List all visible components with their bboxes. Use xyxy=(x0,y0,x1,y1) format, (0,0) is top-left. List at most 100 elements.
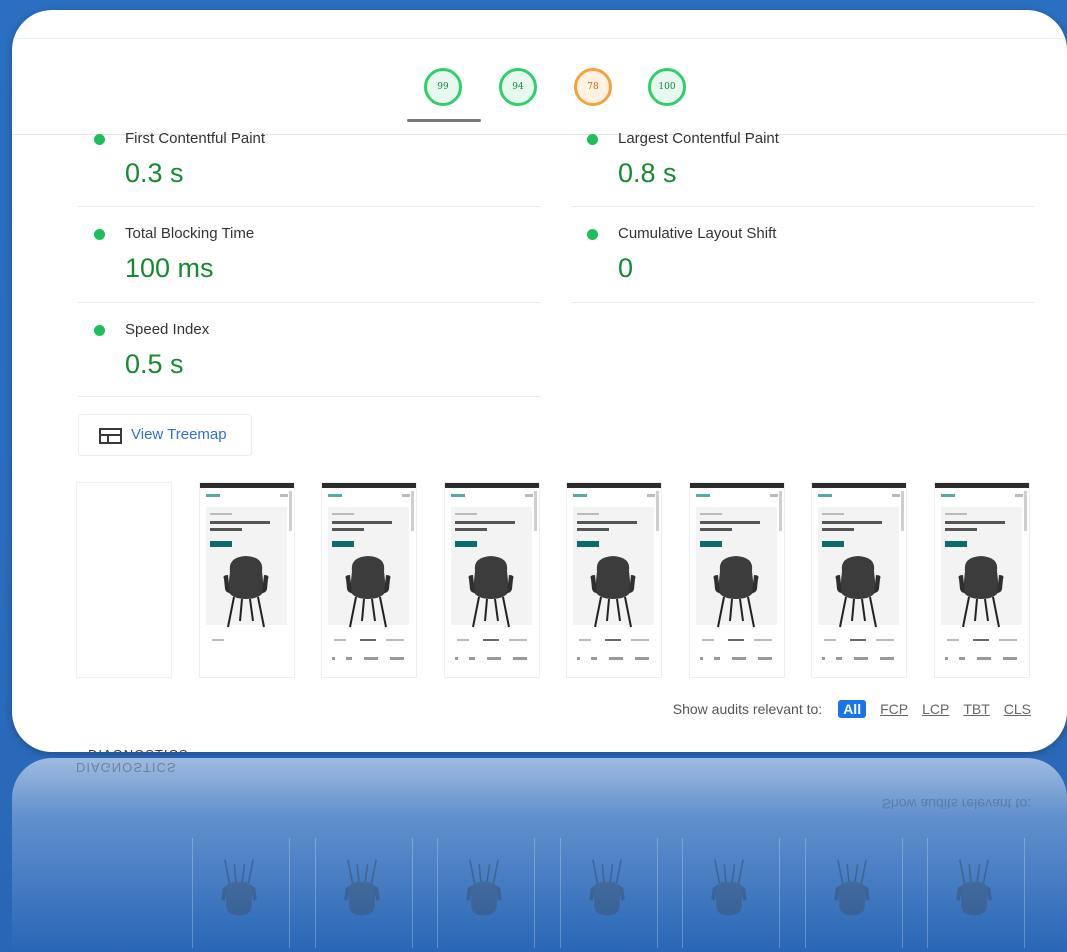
filmstrip-frame xyxy=(933,482,1030,678)
divider xyxy=(571,206,1034,207)
metric-value: 0.3 s xyxy=(125,158,184,188)
score-gauges-bar: 99 94 78 100 xyxy=(12,38,1067,135)
frame-heading xyxy=(454,528,487,531)
frame-heading xyxy=(577,528,609,531)
frame-scrollbar xyxy=(656,491,659,531)
pass-dot-icon xyxy=(94,229,105,240)
chair-image xyxy=(588,859,625,916)
filmstrip-frame xyxy=(811,482,907,678)
filter-all[interactable]: All xyxy=(838,700,867,718)
frame-logo xyxy=(450,494,465,497)
divider xyxy=(78,302,541,303)
frame-heading xyxy=(699,528,732,531)
filter-cls[interactable]: CLS xyxy=(1004,701,1031,717)
reflected-frame xyxy=(682,838,780,948)
pass-dot-icon xyxy=(94,134,105,145)
filmstrip-frame xyxy=(198,482,295,678)
frame-kicker xyxy=(577,513,599,515)
performance-gauge[interactable]: 99 xyxy=(424,68,462,106)
frame-menu xyxy=(279,494,288,497)
frame-menu xyxy=(769,494,778,497)
frame-button xyxy=(944,541,967,547)
seo-gauge[interactable]: 100 xyxy=(648,68,686,106)
reflected-frame xyxy=(192,838,290,948)
chair-image xyxy=(590,556,636,628)
frame-tab-row xyxy=(334,639,404,641)
frame-button xyxy=(332,541,354,547)
frame-heading xyxy=(332,521,392,524)
frame-action-row xyxy=(822,657,896,660)
view-treemap-label: View Treemap xyxy=(131,426,227,443)
metric-value: 0 xyxy=(618,253,634,283)
frame-button xyxy=(822,541,844,547)
chair-image xyxy=(713,556,758,628)
chair-image xyxy=(833,859,870,916)
reflected-frame xyxy=(559,838,658,948)
frame-tab-row xyxy=(211,639,282,641)
frame-menu xyxy=(1014,494,1023,497)
filmstrip-frame-blank xyxy=(76,482,172,678)
frame-scrollbar xyxy=(901,491,904,531)
frame-topbar xyxy=(444,483,539,488)
filmstrip-frame xyxy=(321,482,417,678)
chair-image xyxy=(468,556,513,628)
metric-value: 100 ms xyxy=(125,253,214,283)
frame-topbar xyxy=(322,483,416,488)
frame-topbar xyxy=(689,483,784,488)
card-reflection: DIAGNOSTICS Show audits relevant to: xyxy=(12,758,1067,952)
pass-dot-icon xyxy=(587,229,598,240)
divider xyxy=(571,302,1034,303)
accessibility-gauge[interactable]: 94 xyxy=(499,68,537,106)
pass-dot-icon xyxy=(587,134,598,145)
frame-scrollbar xyxy=(778,491,782,531)
frame-action-row xyxy=(454,657,529,660)
treemap-icon xyxy=(99,428,122,444)
frame-heading xyxy=(209,528,242,531)
divider xyxy=(12,38,1067,39)
frame-heading xyxy=(944,521,1005,524)
best-practices-gauge[interactable]: 78 xyxy=(574,68,612,106)
reflected-frame xyxy=(804,838,903,948)
filter-fcp[interactable]: FCP xyxy=(880,701,908,717)
gauge-score: 94 xyxy=(512,82,524,92)
metric-label: First Contentful Paint xyxy=(125,130,266,147)
metric-label: Largest Contentful Paint xyxy=(618,130,779,147)
gauge-score: 99 xyxy=(437,82,449,92)
reflected-filmstrip xyxy=(192,838,1037,948)
chair-image xyxy=(221,859,257,916)
metric-label: Cumulative Layout Shift xyxy=(618,225,777,242)
active-gauge-indicator xyxy=(407,119,481,122)
reflected-frame xyxy=(314,838,413,948)
frame-kicker xyxy=(332,513,354,515)
filmstrip-frame xyxy=(688,482,785,678)
frame-scrollbar xyxy=(1023,491,1027,531)
filter-lcp[interactable]: LCP xyxy=(922,701,949,717)
frame-topbar xyxy=(812,483,906,488)
audit-filter-label: Show audits relevant to: xyxy=(672,701,823,717)
metric-value: 0.5 s xyxy=(125,349,184,379)
chair-image xyxy=(466,859,502,916)
reflected-frame xyxy=(927,838,1025,948)
filmstrip-frame xyxy=(566,482,662,678)
reflected-frame xyxy=(437,838,535,948)
reflected-diagnostics-heading: DIAGNOSTICS xyxy=(76,760,177,775)
frame-logo xyxy=(573,494,587,497)
frame-tab-row xyxy=(946,639,1017,641)
frame-action-row xyxy=(577,657,651,660)
frame-topbar xyxy=(567,483,661,488)
frame-tab-row xyxy=(824,639,894,641)
view-treemap-button[interactable]: View Treemap xyxy=(78,414,252,456)
frame-tab-row xyxy=(579,639,649,641)
frame-button xyxy=(454,541,477,547)
chair-image xyxy=(956,859,992,916)
frame-logo xyxy=(940,494,955,497)
chair-image xyxy=(711,859,747,916)
divider xyxy=(78,396,541,397)
filter-tbt[interactable]: TBT xyxy=(963,701,989,717)
frame-logo xyxy=(205,494,220,497)
frame-logo xyxy=(328,494,342,497)
metric-label: Speed Index xyxy=(125,321,210,338)
frame-menu xyxy=(892,494,900,497)
frame-menu xyxy=(647,494,655,497)
metric-label: Total Blocking Time xyxy=(125,225,255,242)
